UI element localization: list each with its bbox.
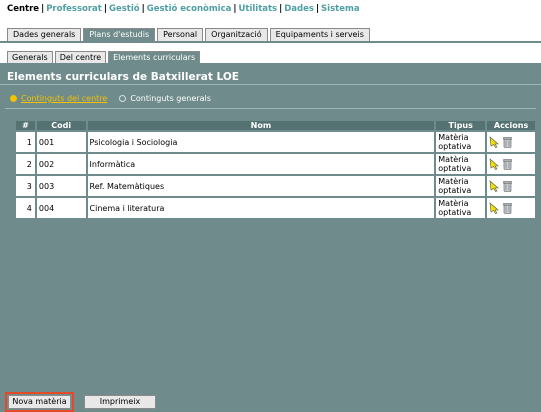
tipus-line2: optativa — [438, 186, 472, 195]
menu-gestio-economica[interactable]: Gestió econòmica — [147, 4, 232, 14]
menu-centre[interactable]: Centre — [7, 4, 39, 14]
menu-separator: | — [103, 4, 107, 14]
row-nom: Informàtica — [87, 154, 435, 174]
row-actions — [487, 198, 535, 218]
row-actions — [487, 132, 535, 152]
col-tipus: Tipus — [436, 121, 486, 130]
radio-generals-icon[interactable] — [119, 95, 127, 102]
row-codi: 004 — [36, 198, 86, 218]
bottom-toolbar: Nova matèria Imprimeix — [0, 390, 541, 412]
filter-divider — [5, 108, 536, 109]
content-filter: Continguts del centre Continguts general… — [10, 94, 211, 103]
row-actions — [487, 176, 535, 196]
nova-materia-button[interactable]: Nova matèria — [5, 392, 74, 412]
table-row: 3 003 Ref. Matemàtiques Matèria optativa — [16, 176, 535, 196]
edit-icon[interactable] — [489, 136, 500, 148]
col-accions: Accions — [487, 121, 535, 130]
table-row: 1 001 Psicologia i Sociologia Matèria opt… — [16, 132, 535, 152]
table-header: # Codi Nom Tipus Accions — [16, 121, 535, 130]
delete-icon[interactable] — [502, 202, 513, 214]
row-num: 3 — [16, 176, 35, 196]
radio-centre-icon[interactable] — [10, 95, 17, 102]
row-tipus: Matèria optativa — [436, 176, 486, 196]
menu-professorat[interactable]: Professorat — [46, 4, 102, 14]
row-nom: Psicologia i Sociologia — [87, 132, 435, 152]
tipus-line1: Matèria — [438, 199, 469, 208]
page-title: Elements curriculars de Batxillerat LOE — [7, 71, 239, 83]
col-nom: Nom — [87, 121, 435, 130]
menu-utilitats[interactable]: Utilitats — [238, 4, 277, 14]
row-codi: 002 — [36, 154, 86, 174]
row-nom: Ref. Matemàtiques — [87, 176, 435, 196]
top-menu: Centre | Professorat | Gestió | Gestió econòmi… — [7, 4, 360, 14]
content-panel: Elements curriculars de Batxillerat LOE … — [0, 65, 541, 390]
tipus-line2: optativa — [438, 164, 472, 173]
subtab-generals[interactable]: Generals — [7, 51, 53, 63]
materies-table: # Codi Nom Tipus Accions 1 001 Psicologi… — [14, 119, 537, 220]
row-num: 4 — [16, 198, 35, 218]
radio-continguts-generals[interactable]: Continguts generals — [130, 94, 211, 103]
subtab-del-centre[interactable]: Del centre — [54, 51, 107, 63]
tipus-line1: Matèria — [438, 133, 469, 142]
delete-icon[interactable] — [502, 136, 513, 148]
radio-continguts-centre[interactable]: Continguts del centre — [21, 94, 107, 103]
tab-equipaments[interactable]: Equipaments i serveis — [269, 28, 370, 41]
row-nom: Cinema i literatura — [87, 198, 435, 218]
tipus-line1: Matèria — [438, 155, 469, 164]
tab-plans-estudis[interactable]: Plans d'estudis — [83, 28, 156, 41]
menu-separator: | — [141, 4, 145, 14]
menu-gestio[interactable]: Gestió — [109, 4, 140, 14]
row-num: 1 — [16, 132, 35, 152]
row-codi: 001 — [36, 132, 86, 152]
tab-dades-generals[interactable]: Dades generals — [7, 28, 82, 41]
table-row: 2 002 Informàtica Matèria optativa — [16, 154, 535, 174]
row-tipus: Matèria optativa — [436, 198, 486, 218]
edit-icon[interactable] — [489, 202, 500, 214]
title-divider — [0, 84, 541, 85]
delete-icon[interactable] — [502, 180, 513, 192]
edit-icon[interactable] — [489, 158, 500, 170]
row-actions — [487, 154, 535, 174]
tab-organitzacio[interactable]: Organització — [205, 28, 268, 41]
menu-dades[interactable]: Dades — [284, 4, 314, 14]
edit-icon[interactable] — [489, 180, 500, 192]
row-codi: 003 — [36, 176, 86, 196]
row-num: 2 — [16, 154, 35, 174]
imprimeix-button[interactable]: Imprimeix — [84, 395, 156, 409]
row-tipus: Matèria optativa — [436, 154, 486, 174]
row-tipus: Matèria optativa — [436, 132, 486, 152]
col-num: # — [16, 121, 35, 130]
tab-personal[interactable]: Personal — [157, 28, 204, 41]
delete-icon[interactable] — [502, 158, 513, 170]
tipus-line2: optativa — [438, 208, 472, 217]
tipus-line1: Matèria — [438, 177, 469, 186]
main-tabs: Dades generals Plans d'estudis Personal … — [7, 28, 370, 42]
menu-sistema[interactable]: Sistema — [321, 4, 360, 14]
col-codi: Codi — [36, 121, 86, 130]
subtab-elements-curriculars[interactable]: Elements curriculars — [108, 51, 201, 63]
menu-separator: | — [315, 4, 320, 14]
tab-underline — [0, 41, 541, 43]
table-row: 4 004 Cinema i literatura Matèria optativ… — [16, 198, 535, 218]
tipus-line2: optativa — [438, 142, 472, 151]
